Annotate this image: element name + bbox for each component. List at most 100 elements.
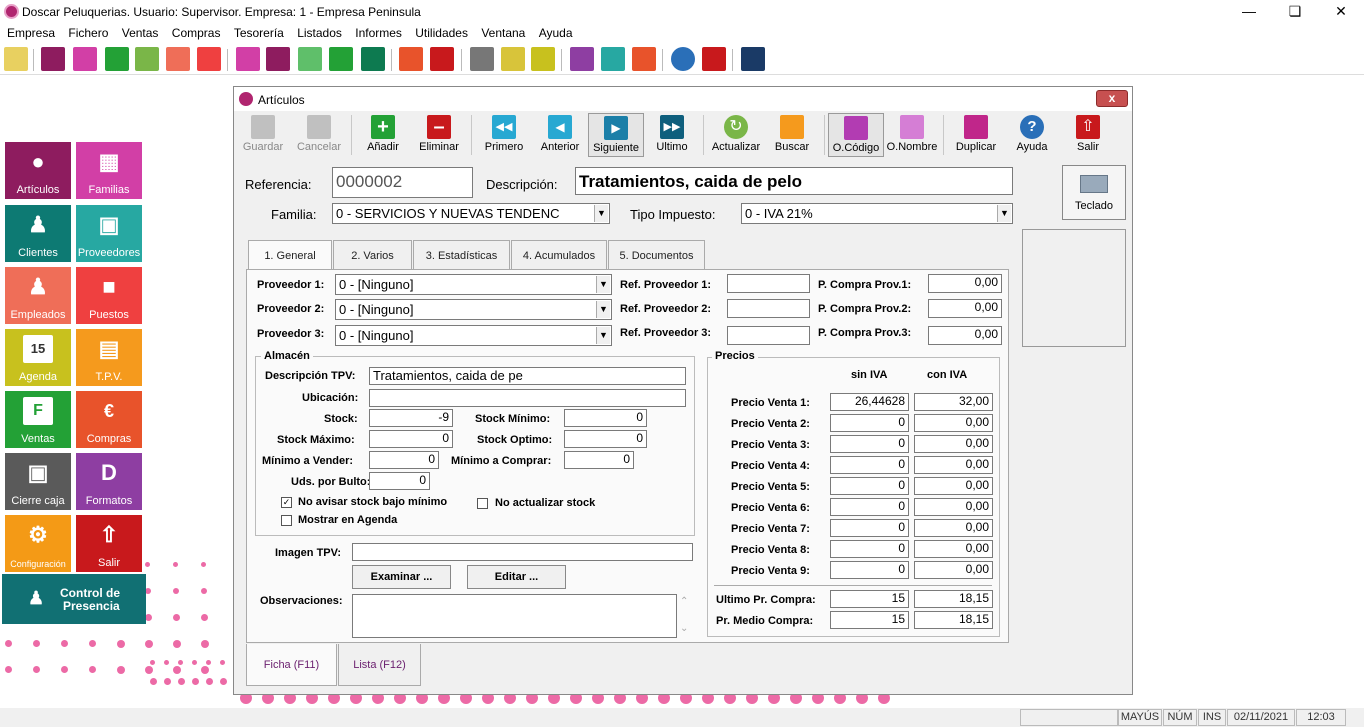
menu-fichero[interactable]: Fichero <box>68 26 108 40</box>
observaciones-field[interactable] <box>352 594 677 638</box>
precio-venta-6-con-iva[interactable]: 0,00 <box>914 498 993 516</box>
tile-empleados[interactable]: ♟ Empleados <box>5 267 71 324</box>
ref-proveedor1-field[interactable] <box>727 274 810 293</box>
factura-icon[interactable] <box>361 47 385 71</box>
pcompra-prov2-field[interactable]: 0,00 <box>928 299 1002 318</box>
ref-proveedor2-field[interactable] <box>727 299 810 318</box>
precio-venta-2-con-iva[interactable]: 0,00 <box>914 414 993 432</box>
precio-venta-6-sin-iva[interactable]: 0 <box>830 498 909 516</box>
tile-agenda[interactable]: 15 Agenda <box>5 329 71 386</box>
albaran-compra-icon[interactable] <box>399 47 423 71</box>
precio-venta-4-sin-iva[interactable]: 0 <box>830 456 909 474</box>
tile-tpv[interactable]: ▤ T.P.V. <box>76 329 142 386</box>
tile-articulos[interactable]: ● Artículos <box>5 142 71 199</box>
ubicacion-field[interactable] <box>369 389 686 407</box>
ultimo-button[interactable]: ▶▶ Ultimo <box>644 113 700 157</box>
actualizar-button[interactable]: ↻ Actualizar <box>708 113 764 157</box>
tab-acumulados[interactable]: 4. Acumulados <box>511 240 607 270</box>
tile-compras[interactable]: € Compras <box>76 391 142 448</box>
proveedor3-select[interactable]: 0 - [Ninguno] ▼ <box>335 325 612 346</box>
estadisticas-icon[interactable] <box>266 47 290 71</box>
puestos-icon[interactable] <box>197 47 221 71</box>
proveedores-icon[interactable] <box>135 47 159 71</box>
tab-ficha[interactable]: Ficha (F11) <box>246 644 337 686</box>
euro-icon[interactable] <box>531 47 555 71</box>
close-app-button[interactable]: ✕ <box>1318 0 1364 22</box>
precio-venta-5-sin-iva[interactable]: 0 <box>830 477 909 495</box>
albaran-icon[interactable] <box>329 47 353 71</box>
tile-familias[interactable]: ▦ Familias <box>76 142 142 199</box>
caja-icon[interactable] <box>470 47 494 71</box>
duplicar-button[interactable]: Duplicar <box>948 113 1004 157</box>
precio-venta-1-con-iva[interactable]: 32,00 <box>914 393 993 411</box>
tile-clientes[interactable]: ♟ Clientes <box>5 205 71 262</box>
salir-icon[interactable] <box>702 47 726 71</box>
precio-venta-4-con-iva[interactable]: 0,00 <box>914 456 993 474</box>
stock-minimo-field[interactable]: 0 <box>564 409 647 427</box>
tab-documentos[interactable]: 5. Documentos <box>608 240 705 270</box>
primero-button[interactable]: ◀◀ Primero <box>476 113 532 157</box>
uds-bulto-field[interactable]: 0 <box>369 472 430 490</box>
precio-venta-5-con-iva[interactable]: 0,00 <box>914 477 993 495</box>
precio-venta-9-con-iva[interactable]: 0,00 <box>914 561 993 579</box>
minimize-button[interactable]: — <box>1226 0 1272 22</box>
calendario-icon[interactable] <box>601 47 625 71</box>
familias-icon[interactable] <box>73 47 97 71</box>
menu-listados[interactable]: Listados <box>297 26 342 40</box>
tile-ventas[interactable]: F Ventas <box>5 391 71 448</box>
ref-proveedor3-field[interactable] <box>727 326 810 345</box>
notas-icon[interactable] <box>501 47 525 71</box>
buscar-button[interactable]: Buscar <box>764 113 820 157</box>
siguiente-button[interactable]: ▶ Siguiente <box>588 113 644 157</box>
menu-ayuda[interactable]: Ayuda <box>539 26 573 40</box>
imagen-tpv-field[interactable] <box>352 543 693 561</box>
pcompra-prov1-field[interactable]: 0,00 <box>928 274 1002 293</box>
telefono-icon[interactable] <box>570 47 594 71</box>
orden-nombre-button[interactable]: O.Nombre <box>884 113 940 157</box>
scroll-up-icon[interactable]: ⌃ <box>680 596 688 607</box>
empresa-icon[interactable] <box>4 47 28 71</box>
precio-venta-1-sin-iva[interactable]: 26,44628 <box>830 393 909 411</box>
mostrar-agenda-checkbox[interactable] <box>281 515 292 526</box>
menu-ventana[interactable]: Ventana <box>481 26 525 40</box>
articulos-icon[interactable] <box>41 47 65 71</box>
factura-compra-icon[interactable] <box>430 47 454 71</box>
tab-general[interactable]: 1. General <box>248 240 332 271</box>
scroll-down-icon[interactable]: ⌄ <box>680 623 688 634</box>
eliminar-button[interactable]: – Eliminar <box>411 113 467 157</box>
tipo-impuesto-select[interactable]: 0 - IVA 21% ▼ <box>741 203 1013 224</box>
precio-venta-7-sin-iva[interactable]: 0 <box>830 519 909 537</box>
medio-compra-sin-field[interactable]: 15 <box>830 611 909 629</box>
precio-venta-3-con-iva[interactable]: 0,00 <box>914 435 993 453</box>
tile-formatos[interactable]: D Formatos <box>76 453 142 510</box>
examinar-button[interactable]: Examinar ... <box>352 565 451 589</box>
referencia-field[interactable]: 0000002 <box>332 167 473 198</box>
presupuesto-icon[interactable] <box>298 47 322 71</box>
menu-informes[interactable]: Informes <box>355 26 402 40</box>
control-presencia-button[interactable]: ♟ Control de Presencia <box>2 574 146 624</box>
clientes-icon[interactable] <box>105 47 129 71</box>
tile-puestos[interactable]: ■ Puestos <box>76 267 142 324</box>
desc-tpv-field[interactable]: Tratamientos, caida de pe <box>369 367 686 385</box>
minimo-vender-field[interactable]: 0 <box>369 451 439 469</box>
no-avisar-checkbox[interactable]: ✓ <box>281 497 292 508</box>
stock-optimo-field[interactable]: 0 <box>564 430 647 448</box>
proveedor2-select[interactable]: 0 - [Ninguno] ▼ <box>335 299 612 320</box>
medio-compra-con-field[interactable]: 18,15 <box>914 611 993 629</box>
precio-venta-7-con-iva[interactable]: 0,00 <box>914 519 993 537</box>
tab-lista[interactable]: Lista (F12) <box>338 644 421 686</box>
stock-maximo-field[interactable]: 0 <box>369 430 453 448</box>
stock-field[interactable]: -9 <box>369 409 453 427</box>
tab-estadisticas[interactable]: 3. Estadísticas <box>413 240 510 270</box>
proveedor1-select[interactable]: 0 - [Ninguno] ▼ <box>335 274 612 295</box>
tile-proveedores[interactable]: ▣ Proveedores <box>76 205 142 262</box>
descripcion-field[interactable]: Tratamientos, caida de pelo <box>575 167 1013 195</box>
empleados-icon[interactable] <box>166 47 190 71</box>
menu-empresa[interactable]: Empresa <box>7 26 55 40</box>
herramientas-icon[interactable] <box>741 47 765 71</box>
no-actualizar-checkbox[interactable] <box>477 498 488 509</box>
salir-button[interactable]: ⇧ Salir <box>1060 113 1116 157</box>
pcompra-prov3-field[interactable]: 0,00 <box>928 326 1002 345</box>
anterior-button[interactable]: ◀ Anterior <box>532 113 588 157</box>
familia-select[interactable]: 0 - SERVICIOS Y NUEVAS TENDENC ▼ <box>332 203 610 224</box>
